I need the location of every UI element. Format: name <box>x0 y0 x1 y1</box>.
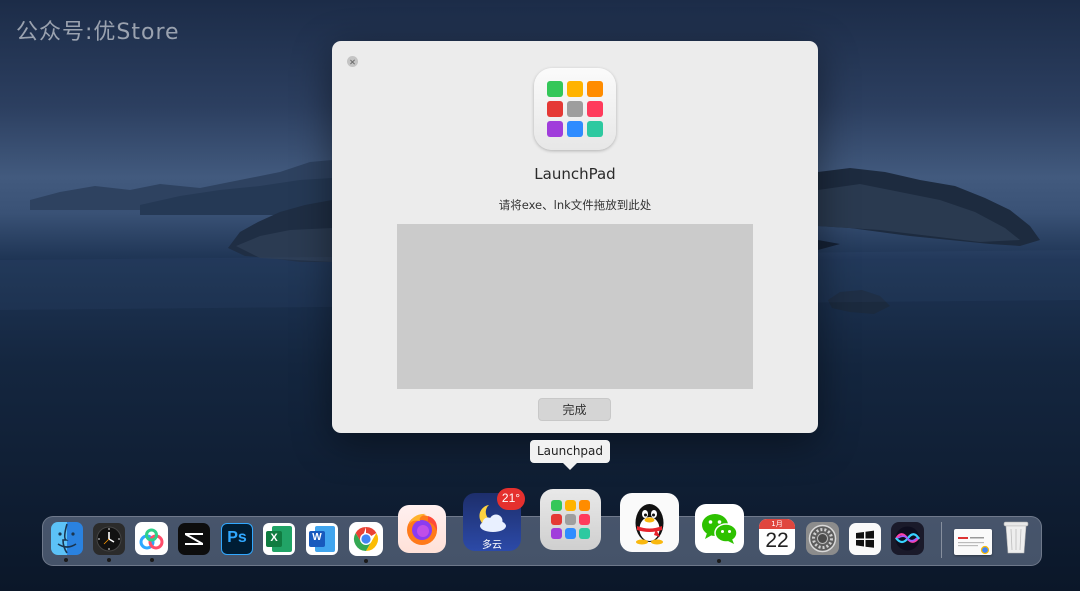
photoshop-icon[interactable]: Ps <box>221 523 253 555</box>
excel-label: X <box>270 532 278 544</box>
weather-condition: 多云 <box>482 540 502 551</box>
calendar-icon[interactable]: 1月 22 <box>759 519 795 555</box>
finder-running-dot <box>64 558 68 562</box>
launchpad-tile <box>551 514 562 525</box>
launchpad-tile <box>547 101 563 117</box>
clock-running-dot <box>107 558 111 562</box>
calendar-month: 1月 <box>771 520 783 528</box>
launchpad-tile <box>579 500 590 511</box>
close-button[interactable] <box>347 56 358 67</box>
launchpad-tile <box>551 500 562 511</box>
chrome-glyph <box>353 527 379 551</box>
clock-icon[interactable] <box>93 523 125 555</box>
capcut-icon[interactable] <box>178 523 210 555</box>
launchpad-tile <box>587 121 603 137</box>
word-label: W <box>312 532 322 543</box>
qq-icon[interactable] <box>620 493 679 552</box>
wechat-running-dot <box>717 559 721 563</box>
dialog-hint: 请将exe、lnk文件拖放到此处 <box>498 198 652 212</box>
trash-can <box>1003 521 1029 554</box>
launchpad-tile <box>547 121 563 137</box>
gear-icon <box>808 524 837 553</box>
launchpad-tile <box>551 528 562 539</box>
watermark-text: 公众号:优Store <box>16 20 180 45</box>
word-badge: W <box>309 531 325 547</box>
settings-icon[interactable] <box>806 522 839 555</box>
finder-face <box>57 523 77 554</box>
baidu-netdisk-icon[interactable] <box>135 522 168 555</box>
launchpad-tile <box>567 101 583 117</box>
launchpad-tile <box>565 500 576 511</box>
firefox-glyph <box>407 513 438 545</box>
photoshop-label: Ps <box>227 529 247 546</box>
firefox-icon[interactable] <box>398 505 446 553</box>
wechat-glyph <box>702 514 738 544</box>
windows-icon[interactable] <box>849 523 881 555</box>
word-icon[interactable]: W <box>306 523 338 555</box>
excel-icon[interactable]: X <box>263 523 295 555</box>
launchpad-tile <box>587 101 603 117</box>
dock-separator <box>941 522 942 558</box>
weather-icon[interactable]: 多云 21° <box>463 488 525 551</box>
launchpad-tile <box>565 514 576 525</box>
launchpad-grid-icon <box>547 81 603 137</box>
siri-orb <box>895 526 920 551</box>
launchpad-dialog: LaunchPad 请将exe、lnk文件拖放到此处 完成 <box>332 41 818 433</box>
windows-logo <box>856 530 874 548</box>
chrome-icon[interactable] <box>349 522 383 556</box>
launchpad-tile <box>579 528 590 539</box>
baidu-running-dot <box>150 558 154 562</box>
excel-badge: X <box>266 531 282 547</box>
weather-temperature: 21° <box>501 491 521 505</box>
file-drop-zone[interactable] <box>397 224 753 389</box>
dock-tooltip: Launchpad <box>530 440 610 470</box>
capcut-glyph <box>185 533 203 545</box>
clock-face <box>96 526 122 552</box>
launchpad-tile <box>567 121 583 137</box>
finder-icon[interactable] <box>51 522 83 555</box>
launchpad-app-icon <box>534 68 616 150</box>
launchpad-tile <box>587 81 603 97</box>
launchpad-grid-icon <box>551 500 590 539</box>
launchpad-dock-icon[interactable] <box>540 489 601 550</box>
document-icon[interactable] <box>954 529 992 555</box>
weather-temperature-badge: 21° <box>497 488 525 510</box>
launchpad-tile <box>565 528 576 539</box>
calendar-day: 22 <box>765 529 789 552</box>
done-button[interactable]: 完成 <box>538 398 611 421</box>
baidu-netdisk-glyph <box>139 528 164 550</box>
wechat-icon[interactable] <box>695 504 744 553</box>
chrome-running-dot <box>364 559 368 563</box>
calendar-header: 1月 <box>759 519 795 529</box>
launchpad-tile <box>567 81 583 97</box>
dialog-title: LaunchPad <box>534 165 616 183</box>
document-preview <box>958 537 990 555</box>
launchpad-tile <box>579 514 590 525</box>
qq-penguin <box>635 504 664 545</box>
siri-icon[interactable] <box>891 522 924 555</box>
launchpad-tile <box>547 81 563 97</box>
trash-icon[interactable] <box>1002 519 1030 555</box>
